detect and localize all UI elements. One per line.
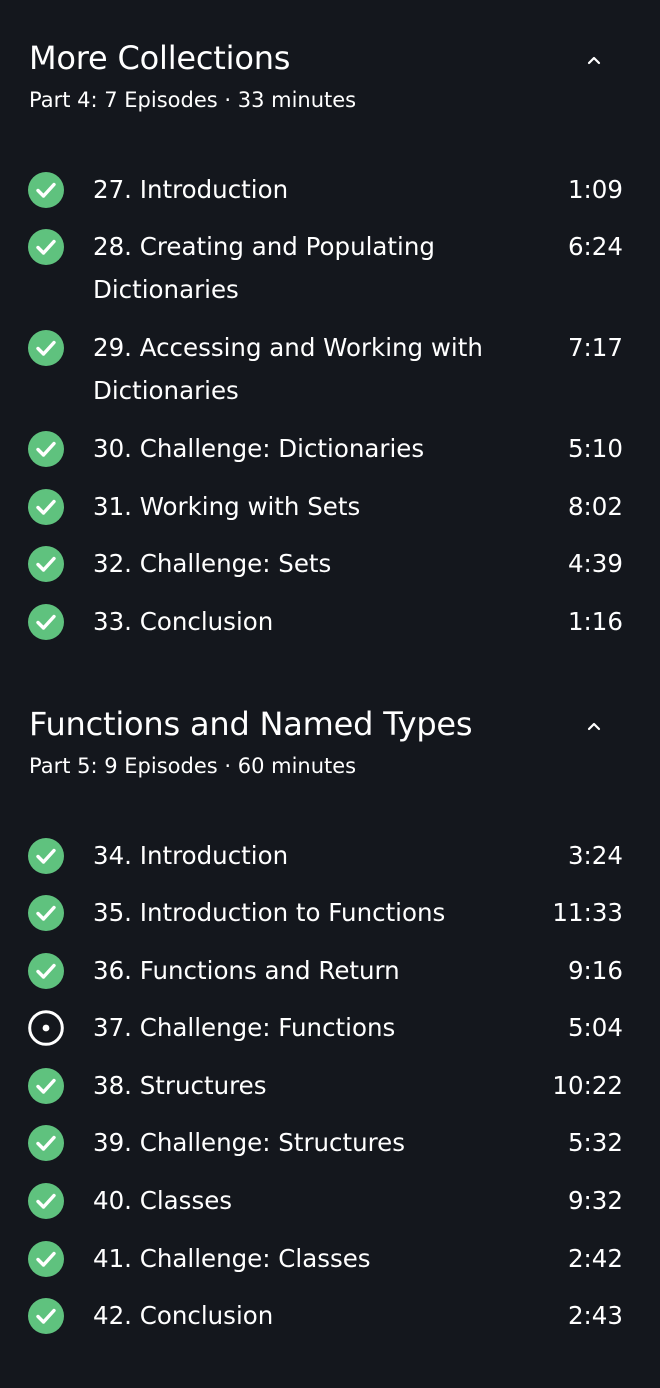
episode-title: 41. Challenge: Classes xyxy=(93,1244,371,1273)
chevron-up-icon xyxy=(587,56,601,65)
episode-row[interactable]: 37. Challenge: Functions 5:04 xyxy=(0,1006,660,1049)
completed-check-icon xyxy=(28,953,64,989)
completed-check-icon xyxy=(28,546,64,582)
episode-duration: 5:10 xyxy=(567,434,623,463)
episode-row[interactable]: 29. Accessing and Working with Dictionar… xyxy=(0,326,660,412)
episode-row[interactable]: 31. Working with Sets 8:02 xyxy=(0,485,660,528)
episode-row[interactable]: 34. Introduction 3:24 xyxy=(0,834,660,877)
section-subtitle: Part 4: 7 Episodes · 33 minutes xyxy=(29,88,357,112)
completed-check-icon xyxy=(28,489,64,525)
episode-duration: 6:24 xyxy=(567,232,623,261)
episode-title: 28. Creating and Populating Dictionaries xyxy=(93,232,435,304)
episode-title: 33. Conclusion xyxy=(93,607,274,636)
episode-duration: 11:33 xyxy=(552,898,623,927)
episode-title: 34. Introduction xyxy=(93,841,289,870)
episode-duration: 2:42 xyxy=(567,1244,623,1273)
episode-row[interactable]: 42. Conclusion 2:43 xyxy=(0,1294,660,1337)
episode-title: 35. Introduction to Functions xyxy=(93,898,446,927)
completed-check-icon xyxy=(28,604,64,640)
episode-duration: 4:39 xyxy=(567,549,623,578)
episode-duration: 9:16 xyxy=(567,956,623,985)
episode-title: 29. Accessing and Working with Dictionar… xyxy=(93,333,483,405)
completed-check-icon xyxy=(28,431,64,467)
episode-title: 32. Challenge: Sets xyxy=(93,549,332,578)
episode-row[interactable]: 39. Challenge: Structures 5:32 xyxy=(0,1121,660,1164)
completed-check-icon xyxy=(28,229,64,265)
episode-duration: 5:04 xyxy=(567,1013,623,1042)
episode-title: 39. Challenge: Structures xyxy=(93,1128,406,1157)
episode-duration: 1:09 xyxy=(567,175,623,204)
episode-duration: 3:24 xyxy=(567,841,623,870)
completed-check-icon xyxy=(28,895,64,931)
episode-row[interactable]: 36. Functions and Return 9:16 xyxy=(0,949,660,992)
in-progress-icon xyxy=(28,1010,64,1046)
episode-title: 38. Structures xyxy=(93,1071,267,1100)
episode-title: 27. Introduction xyxy=(93,175,289,204)
section-subtitle: Part 5: 9 Episodes · 60 minutes xyxy=(29,754,357,778)
episode-row[interactable]: 35. Introduction to Functions 11:33 xyxy=(0,891,660,934)
completed-check-icon xyxy=(28,1241,64,1277)
episode-duration: 5:32 xyxy=(567,1128,623,1157)
completed-check-icon xyxy=(28,330,64,366)
episode-row[interactable]: 40. Classes 9:32 xyxy=(0,1179,660,1222)
completed-check-icon xyxy=(28,172,64,208)
episode-duration: 1:16 xyxy=(567,607,623,636)
episode-title: 42. Conclusion xyxy=(93,1301,274,1330)
episode-row[interactable]: 38. Structures 10:22 xyxy=(0,1064,660,1107)
collapse-section-button[interactable] xyxy=(578,710,610,742)
section-title: Functions and Named Types xyxy=(29,705,473,743)
completed-check-icon xyxy=(28,838,64,874)
episode-row[interactable]: 33. Conclusion 1:16 xyxy=(0,600,660,643)
episode-row[interactable]: 41. Challenge: Classes 2:42 xyxy=(0,1237,660,1280)
completed-check-icon xyxy=(28,1183,64,1219)
section-title: More Collections xyxy=(29,39,291,77)
episode-title: 36. Functions and Return xyxy=(93,956,400,985)
episode-title: 30. Challenge: Dictionaries xyxy=(93,434,425,463)
episode-row[interactable]: 32. Challenge: Sets 4:39 xyxy=(0,542,660,585)
completed-check-icon xyxy=(28,1068,64,1104)
episode-duration: 9:32 xyxy=(567,1186,623,1215)
episode-title: 37. Challenge: Functions xyxy=(93,1013,396,1042)
episode-row[interactable]: 30. Challenge: Dictionaries 5:10 xyxy=(0,427,660,470)
episode-title: 40. Classes xyxy=(93,1186,233,1215)
episode-duration: 10:22 xyxy=(552,1071,623,1100)
episode-duration: 2:43 xyxy=(567,1301,623,1330)
episode-duration: 7:17 xyxy=(567,333,623,362)
completed-check-icon xyxy=(28,1125,64,1161)
episode-row[interactable]: 27. Introduction 1:09 xyxy=(0,168,660,211)
episode-title: 31. Working with Sets xyxy=(93,492,361,521)
completed-check-icon xyxy=(28,1298,64,1334)
episode-sidebar: More Collections Part 4: 7 Episodes · 33… xyxy=(0,0,660,1388)
collapse-section-button[interactable] xyxy=(578,44,610,76)
episode-duration: 8:02 xyxy=(567,492,623,521)
chevron-up-icon xyxy=(587,722,601,731)
episode-row[interactable]: 28. Creating and Populating Dictionaries… xyxy=(0,225,660,311)
